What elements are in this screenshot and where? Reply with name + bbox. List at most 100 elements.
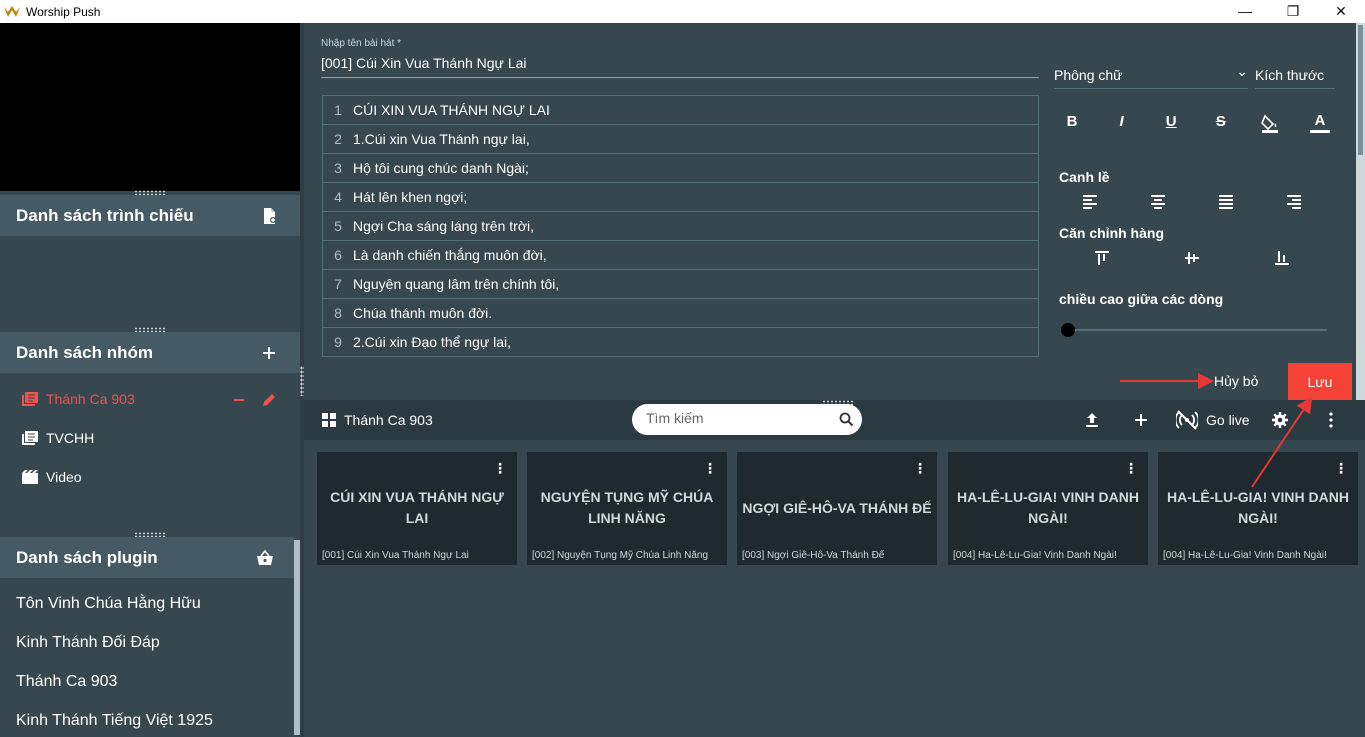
plugin-item[interactable]: Thánh Ca 903 (16, 673, 117, 691)
group-item-tvchh[interactable]: TVCHH (22, 430, 94, 446)
lyric-line[interactable]: 6 Là danh chiến thắng muôn đời, (322, 241, 1039, 270)
line-height-slider[interactable] (1061, 323, 1327, 337)
bold-icon[interactable]: B (1062, 113, 1082, 133)
go-live-button[interactable]: Go live (1176, 409, 1250, 431)
lyric-line[interactable]: 1 CÚI XIN VUA THÁNH NGỰ LAI (322, 96, 1039, 125)
align-left-icon[interactable] (1082, 194, 1098, 210)
song-card-name: [003] Ngợi Giê-Hô-Va Thánh Đế (742, 550, 885, 561)
song-card-title: HA-LÊ-LU-GIA! VINH DANH NGÀI! (1167, 489, 1349, 526)
current-group-title: Thánh Ca 903 (344, 412, 433, 428)
search-input[interactable] (646, 410, 826, 426)
underline-icon[interactable]: U (1161, 113, 1181, 133)
font-select-label: Phông chữ (1054, 67, 1123, 83)
line-height-label: chiều cao giữa các dòng (1059, 291, 1224, 307)
lyric-line[interactable]: 5 Ngợi Cha sáng láng trên trời, (322, 212, 1039, 241)
text-color-icon[interactable]: A (1309, 113, 1330, 133)
group-item-thanh-ca-903[interactable]: Thánh Ca 903 (22, 391, 135, 407)
song-card-title: CÚI XIN VUA THÁNH NGỰ LAI (330, 489, 504, 526)
edit-icon[interactable] (261, 392, 277, 408)
song-card[interactable]: ⋮ CÚI XIN VUA THÁNH NGỰ LAI [001] Cúi Xi… (317, 452, 517, 565)
song-editor: Nhập tên bài hát * [001] Cúi Xin Vua Thá… (304, 23, 1361, 400)
lyric-line[interactable]: 9 2.Cúi xin Đạo thể ngự lai, (322, 328, 1039, 357)
presentation-list-title: Danh sách trình chiếu (16, 205, 194, 225)
song-card[interactable]: ⋮ HA-LÊ-LU-GIA! VINH DANH NGÀI! [004] Ha… (948, 452, 1148, 565)
lyric-line[interactable]: 8 Chúa thánh muôn đời. (322, 299, 1039, 328)
align-justify-icon[interactable] (1218, 194, 1234, 210)
add-group-icon[interactable] (260, 344, 278, 362)
group-item-label: Thánh Ca 903 (46, 391, 135, 407)
group-list-header: Danh sách nhóm (0, 332, 300, 373)
lyrics-editor[interactable]: 1 CÚI XIN VUA THÁNH NGỰ LAI 2 1.Cúi xin Vu… (322, 95, 1039, 357)
font-size-select[interactable]: Kích thước (1255, 67, 1335, 89)
maximize-button[interactable]: ❐ (1269, 0, 1317, 23)
upload-icon[interactable] (1083, 411, 1101, 429)
lyric-text: Nguyện quang lâm trên chính tôi, (353, 276, 560, 292)
slider-thumb[interactable] (1061, 323, 1075, 337)
song-name-label: Nhập tên bài hát * (321, 38, 402, 49)
song-card-title: HA-LÊ-LU-GIA! VINH DANH NGÀI! (957, 489, 1139, 526)
song-card[interactable]: ⋮ NGỢI GIÊ-HÔ-VA THÁNH ĐẾ [003] Ngợi Giê… (737, 452, 937, 565)
vertical-align-label: Căn chỉnh hàng (1059, 225, 1164, 241)
remove-icon[interactable] (232, 393, 246, 407)
song-card-name: [001] Cúi Xin Vua Thánh Ngự Lai (322, 550, 469, 561)
line-number: 1 (334, 102, 342, 118)
more-vert-icon[interactable]: ⋮ (493, 460, 507, 477)
align-top-icon[interactable] (1094, 250, 1110, 266)
align-middle-icon[interactable] (1184, 250, 1200, 266)
lyric-line[interactable]: 2 1.Cúi xin Vua Thánh ngự lai, (322, 125, 1039, 154)
font-select[interactable]: Phông chữ ⌄ (1054, 63, 1248, 89)
line-number: 2 (334, 131, 342, 147)
minimize-button[interactable]: — (1221, 0, 1269, 23)
lyric-text: Hát lên khen ngợi; (353, 189, 468, 205)
basket-icon[interactable] (256, 549, 274, 567)
more-vert-icon[interactable]: ⋮ (703, 460, 717, 477)
more-vert-icon[interactable] (1322, 411, 1340, 429)
line-number: 8 (334, 305, 342, 321)
lyric-line[interactable]: 3 Hộ tôi cung chúc danh Ngài; (322, 154, 1039, 183)
strikethrough-icon[interactable]: S (1211, 113, 1231, 133)
fill-color-icon[interactable] (1260, 113, 1280, 133)
add-song-icon[interactable] (1132, 411, 1150, 429)
plugin-item[interactable]: Tôn Vinh Chúa Hằng Hữu (16, 595, 201, 613)
group-item-label: Video (46, 469, 82, 485)
search-box[interactable] (632, 404, 862, 435)
group-item-video[interactable]: Video (22, 469, 82, 485)
lyric-line[interactable]: 4 Hát lên khen ngợi; (322, 183, 1039, 212)
search-icon[interactable] (839, 412, 854, 427)
editor-scrollbar[interactable] (1356, 23, 1365, 400)
grid-view-icon[interactable] (322, 413, 336, 427)
song-card[interactable]: ⋮ NGUYỆN TỤNG MỸ CHÚA LINH NĂNG [002] Ng… (527, 452, 727, 565)
song-card-title: NGUYỆN TỤNG MỸ CHÚA LINH NĂNG (540, 489, 714, 526)
more-vert-icon[interactable]: ⋮ (913, 460, 927, 477)
group-list-title: Danh sách nhóm (16, 342, 153, 362)
scrollbar-thumb[interactable] (1358, 25, 1363, 155)
save-button[interactable]: Lưu (1288, 363, 1352, 400)
more-vert-icon[interactable]: ⋮ (1334, 460, 1348, 477)
line-number: 5 (334, 218, 342, 234)
line-number: 7 (334, 276, 342, 292)
live-off-icon (1176, 410, 1198, 430)
align-bottom-icon[interactable] (1274, 250, 1290, 266)
more-vert-icon[interactable]: ⋮ (1124, 460, 1138, 477)
align-center-icon[interactable] (1150, 194, 1166, 210)
song-card-title: NGỢI GIÊ-HÔ-VA THÁNH ĐẾ (742, 499, 932, 516)
song-name-input[interactable]: [001] Cúi Xin Vua Thánh Ngự Lai (321, 55, 1039, 78)
gear-icon[interactable] (1271, 411, 1289, 429)
lyric-line[interactable]: 7 Nguyện quang lâm trên chính tôi, (322, 270, 1039, 299)
plugin-item[interactable]: Kinh Thánh Đối Đáp (16, 634, 160, 652)
line-number: 6 (334, 247, 342, 263)
new-presentation-icon[interactable] (260, 207, 278, 225)
title-bar: Worship Push — ❐ ✕ (0, 0, 1365, 23)
italic-icon[interactable]: I (1112, 113, 1132, 133)
align-right-icon[interactable] (1286, 194, 1302, 210)
song-card[interactable]: ⋮ HA-LÊ-LU-GIA! VINH DANH NGÀI! [004] Ha… (1158, 452, 1358, 565)
line-number: 3 (334, 160, 342, 176)
library-icon (22, 392, 38, 406)
cancel-button[interactable]: Hủy bỏ (1214, 373, 1258, 389)
lyric-text: Chúa thánh muôn đời. (353, 305, 493, 321)
plugin-item[interactable]: Kinh Thánh Tiếng Việt 1925 (16, 712, 213, 730)
current-group: Thánh Ca 903 (322, 412, 433, 428)
song-grid: ⋮ CÚI XIN VUA THÁNH NGỰ LAI [001] Cúi Xi… (304, 440, 1365, 737)
close-button[interactable]: ✕ (1317, 0, 1365, 23)
line-number: 4 (334, 189, 342, 205)
